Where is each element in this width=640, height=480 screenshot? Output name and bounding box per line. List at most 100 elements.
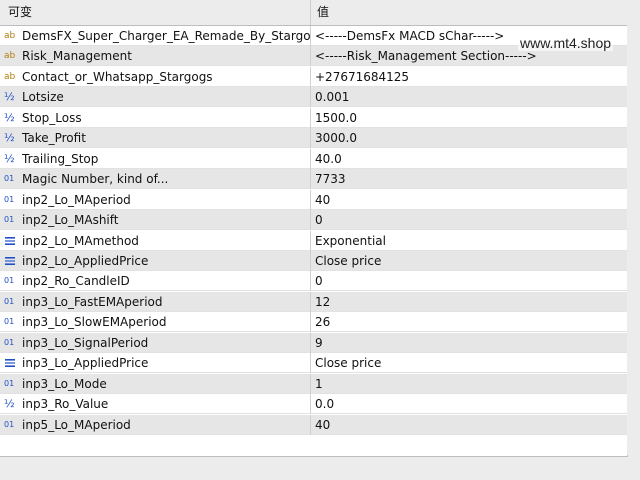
integer-type-icon: 01 [4,194,15,204]
parameter-name-cell[interactable]: ½ Lotsize [0,87,311,108]
parameter-name-cell[interactable]: ½ inp3_Ro_Value [0,394,311,415]
parameter-value[interactable]: 40 [311,415,627,435]
parameter-name: inp5_Lo_MAperiod [22,417,131,432]
parameter-name: inp3_Lo_FastEMAperiod [22,294,163,309]
parameter-name: Magic Number, kind of... [22,172,169,187]
enum-list-icon [4,234,18,248]
parameter-value[interactable]: 0.0 [311,394,627,414]
table-row[interactable]: 01 inp5_Lo_MAperiod 40 [0,414,627,435]
parameter-name-cell[interactable]: 01 inp2_Lo_MAshift [0,210,311,231]
parameter-name-cell[interactable]: 01 inp2_Ro_CandleID [0,271,311,292]
parameter-name-cell[interactable]: 01 Magic Number, kind of... [0,169,311,190]
table-row[interactable]: 01 inp3_Lo_SignalPeriod 9 [0,332,627,353]
integer-type-icon: 01 [4,378,15,388]
parameter-name: Stop_Loss [22,110,82,125]
table-row[interactable]: 01 inp3_Lo_SlowEMAperiod 26 [0,312,627,333]
parameter-value[interactable]: 9 [311,333,627,353]
parameter-name-cell[interactable]: ½ Stop_Loss [0,107,311,128]
enum-list-icon [4,254,18,268]
integer-type-icon: 01 [4,317,15,327]
table-row[interactable]: 01 inp3_Lo_Mode 1 [0,373,627,394]
parameter-value[interactable]: +27671684125 [311,67,627,87]
double-type-icon: ½ [4,90,15,104]
table-row[interactable]: 01 inp3_Lo_FastEMAperiod 12 [0,291,627,312]
double-type-icon: ½ [4,110,15,124]
parameter-name: inp2_Lo_AppliedPrice [22,253,149,268]
parameter-value[interactable]: 3000.0 [311,128,627,148]
table-row[interactable]: 01 inp2_Lo_MAshift 0 [0,210,627,231]
parameter-value[interactable]: 26 [311,312,627,332]
parameter-name: inp3_Lo_SlowEMAperiod [22,315,167,330]
parameter-value[interactable]: Close price [311,353,627,373]
table-row[interactable]: ½ Lotsize 0.001 [0,87,627,108]
string-type-icon: ab [4,51,16,62]
parameter-name-cell[interactable]: inp2_Lo_MAmethod [0,230,311,251]
parameter-value[interactable]: 40 [311,190,627,210]
double-type-icon: ½ [4,151,15,165]
parameter-value[interactable]: 0 [311,210,627,230]
parameter-name-cell[interactable]: 01 inp5_Lo_MAperiod [0,414,311,435]
string-type-icon: ab [4,71,16,82]
parameter-name: Contact_or_Whatsapp_Stargogs [22,69,213,84]
parameter-name: Lotsize [22,90,64,105]
parameter-value[interactable]: 7733 [311,169,627,189]
parameter-value[interactable]: 1 [311,374,627,394]
inputs-table: ab DemsFX_Super_Charger_EA_Remade_By_Star… [0,25,628,457]
table-row[interactable]: 01 inp2_Lo_MAperiod 40 [0,189,627,210]
parameter-value[interactable]: 0.001 [311,87,627,107]
parameter-value[interactable]: Exponential [311,231,627,251]
table-row[interactable]: 01 inp2_Ro_CandleID 0 [0,271,627,292]
parameter-name-cell[interactable]: 01 inp3_Lo_FastEMAperiod [0,291,311,312]
table-row[interactable]: inp3_Lo_AppliedPrice Close price [0,353,627,374]
table-row[interactable]: ½ Trailing_Stop 40.0 [0,148,627,169]
table-row[interactable]: ½ inp3_Ro_Value 0.0 [0,394,627,415]
parameter-name-cell[interactable]: inp3_Lo_AppliedPrice [0,353,311,374]
table-row[interactable]: ½ Take_Profit 3000.0 [0,128,627,149]
parameter-name: inp3_Ro_Value [22,397,109,412]
integer-type-icon: 01 [4,276,15,286]
parameter-name-cell[interactable]: 01 inp3_Lo_Mode [0,373,311,394]
parameter-value[interactable]: 0 [311,271,627,291]
parameter-name-cell[interactable]: inp2_Lo_AppliedPrice [0,250,311,271]
integer-type-icon: 01 [4,296,15,306]
table-row[interactable]: ½ Stop_Loss 1500.0 [0,107,627,128]
parameter-name: inp3_Lo_SignalPeriod [22,335,149,350]
vertical-scrollbar[interactable] [627,25,640,455]
string-type-icon: ab [4,31,16,41]
parameter-name: inp3_Lo_AppliedPrice [22,356,149,371]
parameter-name: Take_Profit [22,131,86,146]
enum-list-icon [4,356,18,370]
parameter-value[interactable]: 1500.0 [311,108,627,128]
integer-type-icon: 01 [4,215,15,225]
parameter-name-cell[interactable]: 01 inp3_Lo_SignalPeriod [0,332,311,353]
parameter-name: inp3_Lo_Mode [22,376,107,391]
parameter-value[interactable]: Close price [311,251,627,271]
table-row[interactable]: inp2_Lo_MAmethod Exponential [0,230,627,251]
table-row[interactable]: inp2_Lo_AppliedPrice Close price [0,250,627,271]
double-type-icon: ½ [4,131,15,145]
parameter-value[interactable]: 12 [311,292,627,312]
integer-type-icon: 01 [4,337,15,347]
parameter-name-cell[interactable]: 01 inp3_Lo_SlowEMAperiod [0,312,311,333]
parameter-name: DemsFX_Super_Charger_EA_Remade_By_Stargo… [22,29,311,43]
parameter-name-cell[interactable]: ab Risk_Management [0,46,311,67]
parameter-name: Trailing_Stop [22,151,99,166]
parameter-name: inp2_Lo_MAperiod [22,192,131,207]
watermark-text: www.mt4.shop [518,35,614,51]
parameter-name: Risk_Management [22,49,132,64]
parameter-name-cell[interactable]: ab Contact_or_Whatsapp_Stargogs [0,66,311,87]
table-row[interactable]: 01 Magic Number, kind of... 7733 [0,169,627,190]
double-type-icon: ½ [4,397,15,411]
parameter-name-cell[interactable]: ½ Take_Profit [0,128,311,149]
parameter-name: inp2_Lo_MAshift [22,213,119,228]
parameter-value[interactable]: 40.0 [311,149,627,169]
parameter-name-cell[interactable]: 01 inp2_Lo_MAperiod [0,189,311,210]
table-row[interactable]: ab Contact_or_Whatsapp_Stargogs +276716841… [0,66,627,87]
parameter-name: inp2_Ro_CandleID [22,274,130,289]
parameter-name: inp2_Lo_MAmethod [22,233,139,248]
column-header-value[interactable]: 值 [311,0,627,25]
column-header-variable[interactable]: 可变 [0,0,311,25]
parameter-name-cell[interactable]: ab DemsFX_Super_Charger_EA_Remade_By_Star… [0,26,311,46]
parameter-name-cell[interactable]: ½ Trailing_Stop [0,148,311,169]
integer-type-icon: 01 [4,174,15,184]
